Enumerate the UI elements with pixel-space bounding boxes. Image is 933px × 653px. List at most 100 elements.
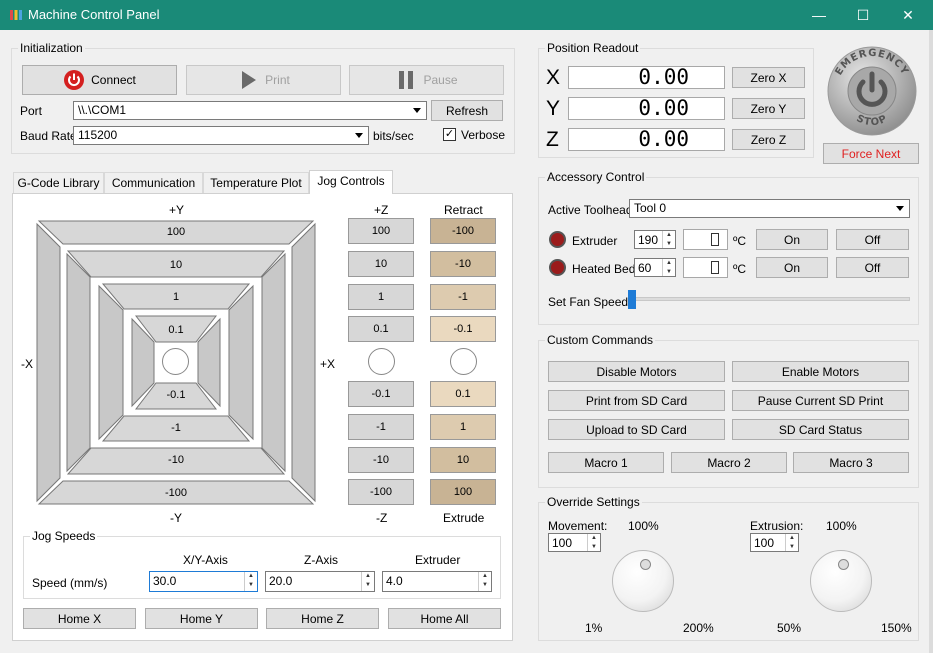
bed-on-button[interactable]: On — [756, 257, 828, 278]
disable-motors-button[interactable]: Disable Motors — [548, 361, 725, 382]
extruder-speed-value: 4.0 — [386, 574, 403, 588]
bed-off-button[interactable]: Off — [836, 257, 909, 278]
print-label: Print — [265, 73, 290, 87]
home-x-button[interactable]: Home X — [23, 608, 136, 629]
connect-button[interactable]: Connect — [22, 65, 177, 95]
extrusion-input[interactable]: 100 ▲ ▼ — [750, 533, 799, 552]
spin-arrows-icon: ▲ ▼ — [662, 259, 675, 276]
jog-y-plus-01-label[interactable]: 0.1 — [140, 324, 212, 336]
movement-override-dial[interactable] — [612, 550, 674, 612]
extruder-temp-display — [683, 229, 728, 250]
extruder-speed-input[interactable]: 4.0 ▲ ▼ — [382, 571, 492, 592]
z-axis-header: Z-Axis — [304, 553, 338, 567]
y-axis-label: Y — [546, 97, 561, 120]
port-label: Port — [20, 104, 43, 118]
jog-y-plus-1-label[interactable]: 1 — [140, 291, 212, 303]
port-select[interactable]: \\.\COM1 — [73, 101, 427, 120]
fan-speed-slider-handle[interactable] — [628, 290, 636, 309]
jog-z-minus-1[interactable]: -1 — [348, 414, 414, 440]
pause-sd-print-button[interactable]: Pause Current SD Print — [732, 390, 909, 411]
active-toolhead-select[interactable]: Tool 0 — [629, 199, 910, 218]
fan-speed-slider-track[interactable] — [628, 297, 910, 301]
connect-label: Connect — [91, 73, 136, 87]
jog-z-minus-10[interactable]: -10 — [348, 447, 414, 473]
extruder-on-button[interactable]: On — [756, 229, 828, 250]
refresh-button[interactable]: Refresh — [431, 100, 503, 121]
extrude-plus-100[interactable]: 100 — [430, 479, 496, 505]
movement-value: 100 — [552, 536, 573, 550]
dial-indicator-icon — [838, 559, 849, 570]
active-toolhead-label: Active Toolhead — [548, 203, 633, 217]
pause-icon — [399, 71, 414, 89]
jog-z-plus-10[interactable]: 10 — [348, 251, 414, 277]
home-all-button[interactable]: Home All — [388, 608, 501, 629]
jog-x-plus-100 — [291, 222, 316, 503]
jog-y-plus-10-label[interactable]: 10 — [140, 259, 212, 271]
tab-gcode-library[interactable]: G-Code Library — [13, 172, 104, 193]
bed-unit: ºC — [733, 262, 747, 276]
sd-card-status-button[interactable]: SD Card Status — [732, 419, 909, 440]
app-icon — [10, 10, 22, 20]
enable-motors-button[interactable]: Enable Motors — [732, 361, 909, 382]
jog-y-minus-1-label[interactable]: -1 — [140, 422, 212, 434]
jog-xy-home-button[interactable] — [162, 348, 189, 375]
spin-arrows-icon: ▲ ▼ — [361, 572, 374, 591]
extruder-label: Extruder — [572, 234, 618, 248]
z-speed-input[interactable]: 20.0 ▲ ▼ — [265, 571, 375, 592]
extrusion-override-dial[interactable] — [810, 550, 872, 612]
macro-1-button[interactable]: Macro 1 — [548, 452, 664, 473]
jog-z-minus-01[interactable]: -0.1 — [348, 381, 414, 407]
extrusion-value: 100 — [754, 536, 775, 550]
extrude-minus-10[interactable]: -10 — [430, 251, 496, 277]
close-button[interactable]: ✕ — [885, 0, 931, 30]
jog-z-plus-1[interactable]: 1 — [348, 284, 414, 310]
jog-y-minus-10-label[interactable]: -10 — [140, 454, 212, 466]
xy-speed-input[interactable]: 30.0 ▲ ▼ — [149, 571, 258, 592]
jog-z-minus-100[interactable]: -100 — [348, 479, 414, 505]
print-from-sd-button[interactable]: Print from SD Card — [548, 390, 725, 411]
extrude-plus-10[interactable]: 10 — [430, 447, 496, 473]
jog-z-stop-button[interactable] — [368, 348, 395, 375]
power-icon — [64, 70, 85, 90]
movement-label: Movement: — [548, 519, 608, 533]
baud-rate-select[interactable]: 115200 — [73, 126, 369, 145]
home-y-button[interactable]: Home Y — [145, 608, 258, 629]
bed-temp-value: 60 — [638, 261, 652, 275]
x-position-display: 0.00 — [568, 66, 725, 89]
tab-temperature-plot[interactable]: Temperature Plot — [203, 172, 309, 193]
extrude-minus-01[interactable]: -0.1 — [430, 316, 496, 342]
jog-z-plus-01[interactable]: 0.1 — [348, 316, 414, 342]
maximize-button[interactable]: ☐ — [840, 0, 886, 30]
extruder-temp-input[interactable]: 190 ▲ ▼ — [634, 230, 676, 249]
jog-y-plus-100-label[interactable]: 100 — [140, 226, 212, 238]
tab-communication[interactable]: Communication — [104, 172, 203, 193]
upload-to-sd-button[interactable]: Upload to SD Card — [548, 419, 725, 440]
print-button[interactable]: Print — [186, 65, 341, 95]
extrude-plus-1[interactable]: 1 — [430, 414, 496, 440]
macro-3-button[interactable]: Macro 3 — [793, 452, 909, 473]
minimize-button[interactable]: — — [796, 0, 842, 30]
extrude-minus-100[interactable]: -100 — [430, 218, 496, 244]
home-z-button[interactable]: Home Z — [266, 608, 379, 629]
verbose-checkbox[interactable]: ✓ — [443, 128, 456, 141]
jog-y-minus-100-label[interactable]: -100 — [140, 487, 212, 499]
force-next-button[interactable]: Force Next — [823, 143, 919, 164]
movement-input[interactable]: 100 ▲ ▼ — [548, 533, 601, 552]
zero-x-button[interactable]: Zero X — [732, 67, 805, 88]
tab-jog-controls[interactable]: Jog Controls — [309, 170, 393, 194]
pause-button[interactable]: Pause — [349, 65, 504, 95]
jog-z-plus-100[interactable]: 100 — [348, 218, 414, 244]
zero-y-button[interactable]: Zero Y — [732, 98, 805, 119]
extrude-minus-1[interactable]: -1 — [430, 284, 496, 310]
extruder-off-button[interactable]: Off — [836, 229, 909, 250]
emergency-stop-button[interactable]: EMERGENCY STOP — [825, 44, 919, 138]
zero-z-button[interactable]: Zero Z — [732, 129, 805, 150]
jog-y-minus-01-label[interactable]: -0.1 — [140, 389, 212, 401]
bed-temp-input[interactable]: 60 ▲ ▼ — [634, 258, 676, 277]
extrude-plus-01[interactable]: 0.1 — [430, 381, 496, 407]
plus-z-label: +Z — [374, 203, 389, 217]
macro-2-button[interactable]: Macro 2 — [671, 452, 787, 473]
minus-x-label: -X — [21, 357, 33, 371]
pause-label: Pause — [423, 73, 458, 87]
extrude-stop-button[interactable] — [450, 348, 477, 375]
